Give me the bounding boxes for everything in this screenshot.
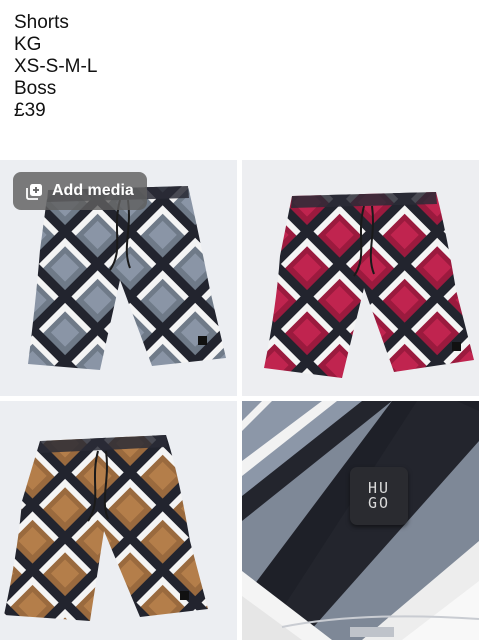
brown-shorts-image [0,401,237,640]
photo-grey-shorts[interactable]: Add media [0,160,237,396]
add-media-label: Add media [52,182,134,199]
photo-burgundy-shorts[interactable] [242,160,479,396]
photo-grid: Add media HU GO [0,160,479,640]
caption-line-brand: Boss [14,78,57,99]
hugo-logo-badge: HU GO [350,467,408,525]
photo-logo-closeup[interactable]: HU GO [242,401,479,640]
caption-line-price: £39 [14,100,46,121]
add-media-icon [26,183,43,200]
caption-line-item: Shorts [14,12,69,33]
burgundy-shorts-image [242,160,479,396]
add-media-button[interactable]: Add media [13,172,147,210]
post-caption: Shorts KG XS-S-M-L Boss £39 [14,12,97,122]
photo-brown-shorts[interactable] [0,401,237,640]
caption-line-brand-code: KG [14,34,42,55]
caption-line-sizes: XS-S-M-L [14,56,98,77]
logo-text-line2: GO [367,494,391,512]
